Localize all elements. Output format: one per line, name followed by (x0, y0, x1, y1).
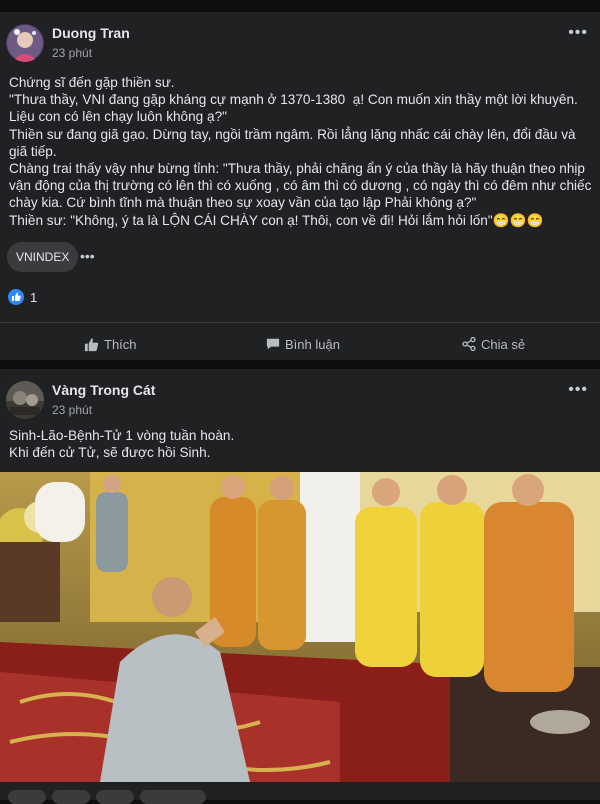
toolbar-button-3[interactable] (96, 790, 134, 804)
post-header: Vàng Trong Cát 23 phút ••• (0, 369, 600, 423)
post-header: Duong Tran 23 phút ••• (0, 12, 600, 66)
toolbar-button-1[interactable] (8, 790, 46, 804)
avatar-image (6, 381, 44, 419)
hashtag-chip[interactable]: VNINDEX (7, 242, 79, 272)
post-card-1: Duong Tran 23 phút ••• Chứng sĩ đến gặp … (0, 12, 600, 360)
share-label: Chia sẻ (481, 336, 526, 352)
more-options-icon[interactable]: ••• (568, 381, 588, 399)
comment-icon (266, 338, 280, 350)
post-card-2: Vàng Trong Cát 23 phút ••• Sinh-Lão-Bệnh… (0, 369, 600, 800)
share-button[interactable]: Chia sẻ (462, 330, 525, 358)
thumbs-up-icon (84, 337, 99, 351)
like-button[interactable]: Thích (84, 330, 137, 358)
bottom-toolbar (0, 786, 600, 804)
toolbar-button-2[interactable] (52, 790, 90, 804)
post-actions-bar: Thích Bình luận Chia sẻ (0, 330, 600, 358)
comment-button[interactable]: Bình luận (266, 330, 340, 358)
more-options-icon[interactable]: ••• (568, 24, 588, 42)
post-body: Chứng sĩ đến gặp thiền sư. "Thưa thầy, V… (9, 75, 592, 228)
post-timestamp[interactable]: 23 phút (52, 46, 92, 60)
toolbar-button-4[interactable] (140, 790, 206, 804)
avatar-image (6, 24, 44, 62)
like-reaction-icon (8, 289, 24, 305)
reaction-summary[interactable]: 1 (8, 288, 37, 306)
share-icon (462, 337, 476, 351)
monks-ceremony-image (0, 472, 600, 782)
like-label: Thích (104, 336, 137, 352)
more-tags-icon[interactable]: ••• (80, 248, 95, 264)
avatar[interactable] (6, 24, 44, 62)
avatar[interactable] (6, 381, 44, 419)
post-timestamp[interactable]: 23 phút (52, 403, 92, 417)
post-body: Sinh-Lão-Bệnh-Tử 1 vòng tuần hoàn. Khi đ… (9, 428, 235, 461)
divider (0, 322, 600, 323)
like-count: 1 (30, 289, 38, 305)
post-photo[interactable] (0, 472, 600, 782)
author-name[interactable]: Duong Tran (52, 25, 130, 41)
comment-label: Bình luận (285, 336, 340, 352)
author-name[interactable]: Vàng Trong Cát (52, 382, 155, 398)
